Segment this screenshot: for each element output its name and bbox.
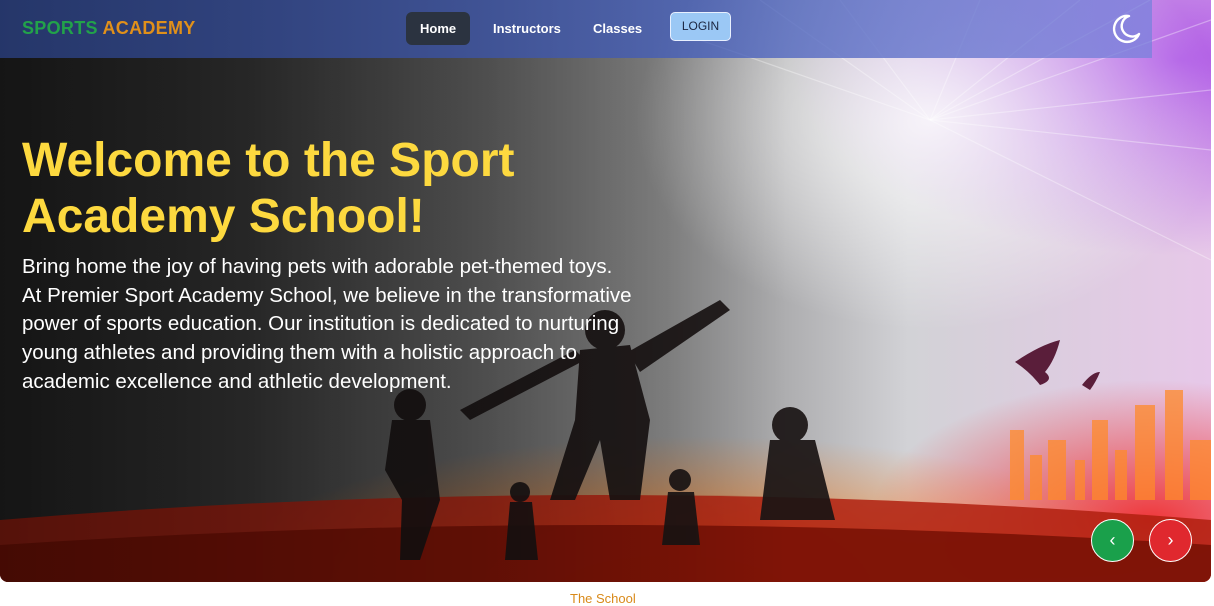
hero-tagline: Bring home the joy of having pets with a… — [22, 255, 613, 278]
hero-banner: Welcome to the Sport Academy School! Bri… — [0, 0, 1211, 582]
nav-item-instructors[interactable]: Instructors — [479, 12, 575, 45]
brand-word-sports: SPORTS — [22, 18, 98, 38]
moon-icon[interactable] — [1109, 12, 1143, 46]
hero-paragraph: At Premier Sport Academy School, we beli… — [22, 283, 632, 393]
nav-item-classes[interactable]: Classes — [579, 12, 656, 45]
top-navbar: SPORTS ACADEMY Home Instructors Classes … — [0, 0, 1152, 58]
login-button[interactable]: LOGIN — [670, 12, 731, 41]
brand-word-academy: ACADEMY — [102, 18, 196, 38]
footer-link-the-school[interactable]: The School — [570, 591, 636, 606]
nav-item-home[interactable]: Home — [406, 12, 471, 45]
brand-logo[interactable]: SPORTS ACADEMY — [22, 18, 196, 39]
hero-title: Welcome to the Sport Academy School! — [22, 134, 515, 243]
carousel-prev-button[interactable]: ‹ — [1091, 519, 1134, 562]
carousel-next-button[interactable]: › — [1149, 519, 1192, 562]
hero-description: Bring home the joy of having pets with a… — [22, 253, 642, 397]
